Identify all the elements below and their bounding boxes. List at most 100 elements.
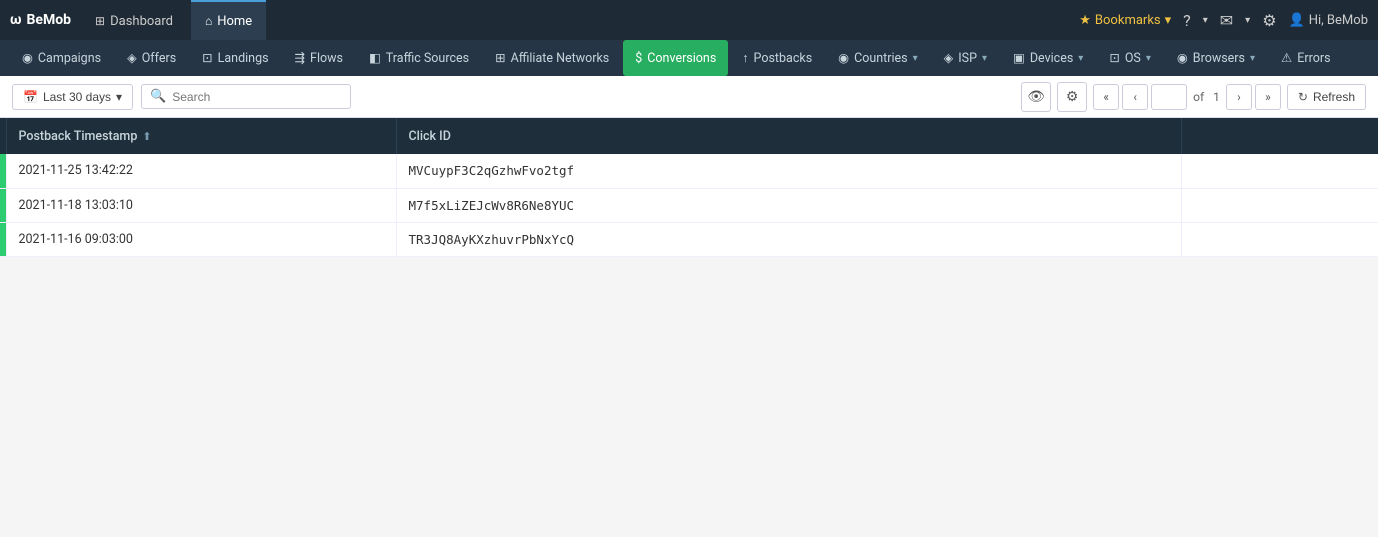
refresh-icon: ↻ <box>1298 90 1308 104</box>
nav-flows[interactable]: ⇶ Flows <box>283 40 355 76</box>
user-icon: 👤 <box>1289 13 1305 28</box>
nav-affiliate-networks-label: Affiliate Networks <box>511 51 610 66</box>
nav-os-label: OS <box>1125 51 1141 66</box>
nav-offers-label: Offers <box>142 51 176 66</box>
traffic-sources-icon: ◧ <box>369 50 381 66</box>
nav-offers[interactable]: ◈ Offers <box>115 40 188 76</box>
nav-affiliate-networks[interactable]: ⊞ Affiliate Networks <box>483 40 621 76</box>
page-number-input[interactable]: 1 <box>1151 84 1187 110</box>
user-menu-button[interactable]: 👤 Hi, BeMob <box>1289 13 1368 28</box>
extra-cell <box>1182 188 1378 222</box>
home-tab-icon: ⌂ <box>205 14 212 28</box>
affiliate-networks-icon: ⊞ <box>495 50 505 66</box>
first-page-icon: « <box>1103 90 1109 104</box>
timestamp-sort-icon: ⬆ <box>142 130 151 143</box>
isp-caret-icon: ▾ <box>982 53 987 64</box>
dashboard-tab-icon: ⊞ <box>95 14 105 28</box>
tab-home[interactable]: ⌂ Home <box>191 0 266 40</box>
notification-button[interactable]: ✉ <box>1220 11 1233 30</box>
browsers-icon: ◉ <box>1177 50 1188 66</box>
click-id-cell: MVCuypF3C2qGzhwFvo2tgf <box>396 154 1182 188</box>
help-button[interactable]: ? <box>1183 11 1191 30</box>
eye-button[interactable]: 👁 <box>1021 82 1051 112</box>
nav-isp[interactable]: ◈ ISP ▾ <box>932 40 999 76</box>
last-page-icon: » <box>1265 90 1271 104</box>
click-id-cell: M7f5xLiZEJcWv8R6Ne8YUC <box>396 188 1182 222</box>
isp-icon: ◈ <box>944 50 954 66</box>
first-page-button[interactable]: « <box>1093 84 1119 110</box>
notification-caret-icon: ▾ <box>1245 15 1250 26</box>
nav-errors[interactable]: ⚠ Errors <box>1269 40 1343 76</box>
tab-dashboard-label: Dashboard <box>110 14 173 29</box>
next-page-button[interactable]: › <box>1226 84 1252 110</box>
of-label: of <box>1193 90 1204 104</box>
table-row[interactable]: 2021-11-25 13:42:22 MVCuypF3C2qGzhwFvo2t… <box>0 154 1378 188</box>
prev-page-icon: ‹ <box>1133 90 1137 104</box>
landings-icon: ⊡ <box>202 50 212 66</box>
nav-countries-label: Countries <box>854 51 908 66</box>
gear-icon: ⚙ <box>1066 89 1079 105</box>
devices-caret-icon: ▾ <box>1078 53 1083 64</box>
nav-campaigns[interactable]: ◉ Campaigns <box>10 40 113 76</box>
nav-flows-label: Flows <box>310 51 343 66</box>
search-box: 🔍 <box>141 84 351 109</box>
countries-caret-icon: ▾ <box>913 53 918 64</box>
logo[interactable]: ω BeMob <box>10 12 71 28</box>
table-row[interactable]: 2021-11-18 13:03:10 M7f5xLiZEJcWv8R6Ne8Y… <box>0 188 1378 222</box>
table-container: Postback Timestamp ⬆ Click ID 2021-11-25… <box>0 118 1378 257</box>
devices-icon: ▣ <box>1013 50 1025 66</box>
nav-postbacks[interactable]: ↑ Postbacks <box>730 40 824 76</box>
conversions-table: Postback Timestamp ⬆ Click ID 2021-11-25… <box>0 118 1378 257</box>
nav-conversions[interactable]: $ Conversions <box>623 40 728 76</box>
countries-icon: ◉ <box>838 50 849 66</box>
nav-browsers[interactable]: ◉ Browsers ▾ <box>1165 40 1267 76</box>
nav-campaigns-label: Campaigns <box>38 51 101 66</box>
toolbar: 📅 Last 30 days ▾ 🔍 👁 ⚙ « ‹ 1 of 1 › <box>0 76 1378 118</box>
user-label: Hi, BeMob <box>1309 13 1368 28</box>
bookmarks-button[interactable]: ★ Bookmarks ▾ <box>1079 13 1171 28</box>
total-pages: 1 <box>1213 90 1220 104</box>
nav-os[interactable]: ⊡ OS ▾ <box>1097 40 1163 76</box>
nav-traffic-sources-label: Traffic Sources <box>386 51 469 66</box>
nav-devices-label: Devices <box>1030 51 1073 66</box>
help-caret-icon: ▾ <box>1203 15 1208 26</box>
nav-countries[interactable]: ◉ Countries ▾ <box>826 40 929 76</box>
top-bar-left: ω BeMob ⊞ Dashboard ⌂ Home <box>10 0 266 40</box>
nav-isp-label: ISP <box>958 51 977 66</box>
browsers-caret-icon: ▾ <box>1250 53 1255 64</box>
nav-landings[interactable]: ⊡ Landings <box>190 40 280 76</box>
star-icon: ★ <box>1079 13 1091 28</box>
last-page-button[interactable]: » <box>1255 84 1281 110</box>
bookmarks-label: Bookmarks <box>1095 13 1161 28</box>
click-id-header-label: Click ID <box>409 129 451 144</box>
date-range-button[interactable]: 📅 Last 30 days ▾ <box>12 84 133 110</box>
search-icon: 🔍 <box>150 89 166 104</box>
logo-text: BeMob <box>27 12 72 28</box>
secondary-nav: ◉ Campaigns ◈ Offers ⊡ Landings ⇶ Flows … <box>0 40 1378 76</box>
timestamp-header[interactable]: Postback Timestamp ⬆ <box>6 118 396 154</box>
timestamp-cell: 2021-11-18 13:03:10 <box>6 188 396 222</box>
settings-gear-button[interactable]: ⚙ <box>1057 82 1087 112</box>
refresh-button[interactable]: ↻ Refresh <box>1287 84 1366 110</box>
table-row[interactable]: 2021-11-16 09:03:00 TR3JQ8AyKXzhuvrPbNxY… <box>0 222 1378 256</box>
nav-traffic-sources[interactable]: ◧ Traffic Sources <box>357 40 481 76</box>
os-icon: ⊡ <box>1109 50 1119 66</box>
settings-button[interactable]: ⚙ <box>1262 11 1276 30</box>
timestamp-header-label: Postback Timestamp <box>19 129 138 144</box>
offers-icon: ◈ <box>127 50 137 66</box>
nav-errors-label: Errors <box>1297 51 1330 66</box>
nav-devices[interactable]: ▣ Devices ▾ <box>1001 40 1095 76</box>
eye-icon: 👁 <box>1027 89 1045 105</box>
prev-page-button[interactable]: ‹ <box>1122 84 1148 110</box>
os-caret-icon: ▾ <box>1146 53 1151 64</box>
timestamp-cell: 2021-11-16 09:03:00 <box>6 222 396 256</box>
extra-header <box>1182 118 1378 154</box>
next-page-icon: › <box>1237 90 1241 104</box>
top-bar: ω BeMob ⊞ Dashboard ⌂ Home ★ Bookmarks ▾… <box>0 0 1378 40</box>
nav-browsers-label: Browsers <box>1193 51 1245 66</box>
click-id-header: Click ID <box>396 118 1182 154</box>
tab-dashboard[interactable]: ⊞ Dashboard <box>81 0 187 40</box>
errors-icon: ⚠ <box>1281 50 1292 66</box>
nav-landings-label: Landings <box>218 51 269 66</box>
search-input[interactable] <box>172 90 342 104</box>
